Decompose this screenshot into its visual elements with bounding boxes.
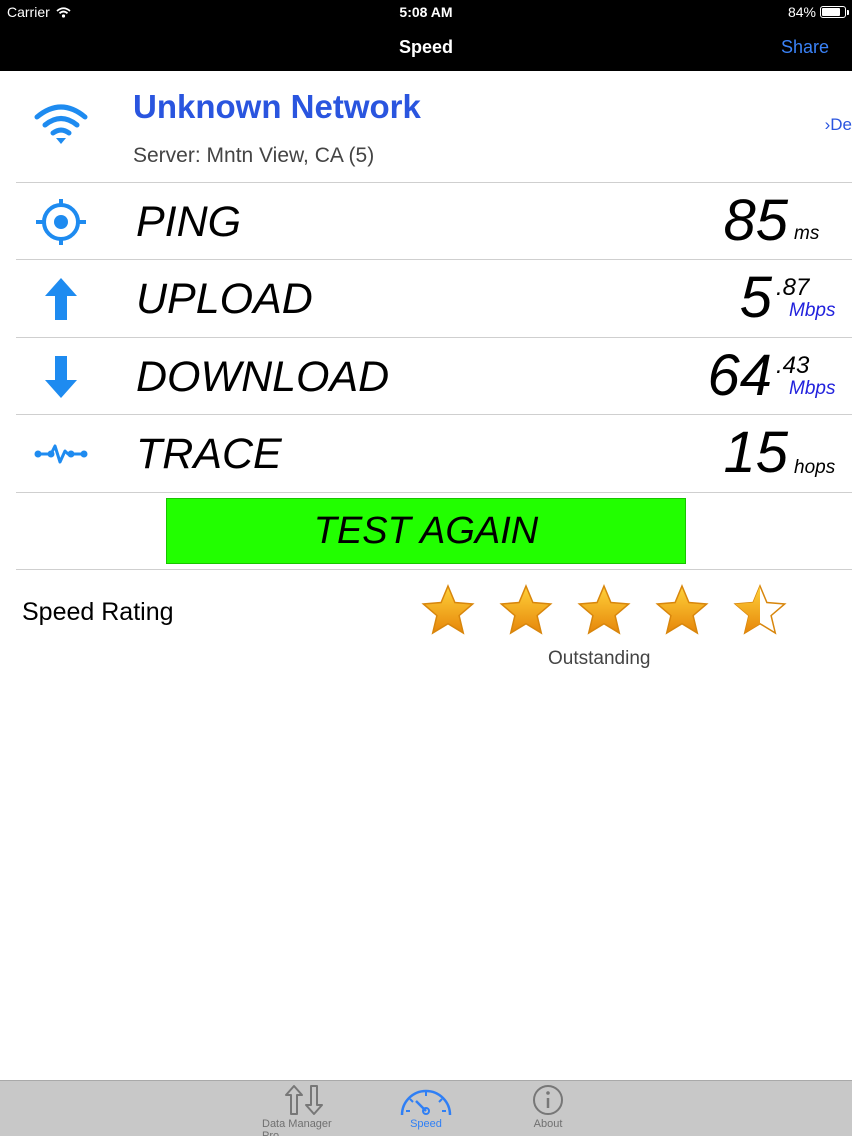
battery-percent: 84% [787, 4, 816, 20]
download-value-frac: .43 [776, 352, 810, 379]
upload-label: UPLOAD [136, 275, 313, 323]
star-icon [577, 584, 631, 635]
tab-label: Data Manager Pro [262, 1118, 332, 1136]
star-icon [733, 584, 787, 635]
network-name: Unknown Network [133, 88, 421, 125]
tab-label: Speed [410, 1118, 442, 1130]
upload-row: UPLOAD 5 .87 Mbps [0, 260, 852, 337]
share-button[interactable]: Share [781, 37, 829, 58]
ping-label: PING [136, 198, 242, 246]
network-header: Unknown Network Server: Mntn View, CA (5… [0, 71, 852, 183]
trace-wave-icon [34, 444, 88, 464]
rating-text: Outstanding [548, 648, 651, 669]
tab-label: About [533, 1118, 563, 1130]
ping-row: PING 85 ms [0, 183, 852, 260]
ping-value: 85 [723, 188, 788, 253]
tab-bar: Data Manager Pro Speed About [0, 1080, 852, 1136]
upload-value-frac: .87 [776, 274, 810, 301]
detail-label: De [830, 115, 852, 134]
speedometer-icon [400, 1089, 452, 1116]
upload-unit: Mbps [789, 300, 836, 321]
server-label: Server: Mntn View, CA (5) [133, 144, 375, 167]
star-rating [421, 584, 787, 635]
network-detail-link[interactable]: ›De [825, 115, 852, 135]
status-battery: 84% [787, 4, 849, 20]
battery-fill [822, 8, 841, 16]
target-icon [36, 199, 86, 245]
wifi-icon [34, 104, 88, 144]
arrow-up-icon [45, 278, 77, 320]
battery-icon [820, 6, 849, 18]
ping-unit: ms [794, 223, 820, 244]
arrow-down-icon [45, 356, 77, 398]
tab-about[interactable]: About [526, 1083, 570, 1130]
nav-title: Speed [398, 37, 454, 57]
divider [16, 569, 852, 570]
divider [16, 492, 852, 493]
trace-unit: hops [794, 457, 836, 478]
test-again-button[interactable]: TEST AGAIN [166, 498, 686, 564]
status-time: 5:08 AM [399, 4, 453, 20]
tab-data-manager-pro[interactable]: Data Manager Pro [262, 1083, 346, 1136]
top-bar: Carrier 5:08 AM 84% Speed Share [0, 0, 852, 71]
star-icon [499, 584, 553, 635]
star-icon [655, 584, 709, 635]
tab-speed[interactable]: Speed [395, 1083, 457, 1130]
trace-row: TRACE 15 hops [0, 415, 852, 492]
trace-value: 15 [723, 420, 788, 485]
star-icon [421, 584, 475, 635]
download-row: DOWNLOAD 64 .43 Mbps [0, 338, 852, 415]
info-icon [533, 1085, 563, 1115]
arrows-updown-icon [285, 1085, 323, 1115]
trace-label: TRACE [136, 430, 282, 478]
download-unit: Mbps [789, 378, 836, 399]
speed-rating-label: Speed Rating [22, 598, 174, 626]
download-value-int: 64 [707, 343, 772, 408]
download-label: DOWNLOAD [136, 353, 390, 401]
upload-value-int: 5 [739, 265, 772, 330]
